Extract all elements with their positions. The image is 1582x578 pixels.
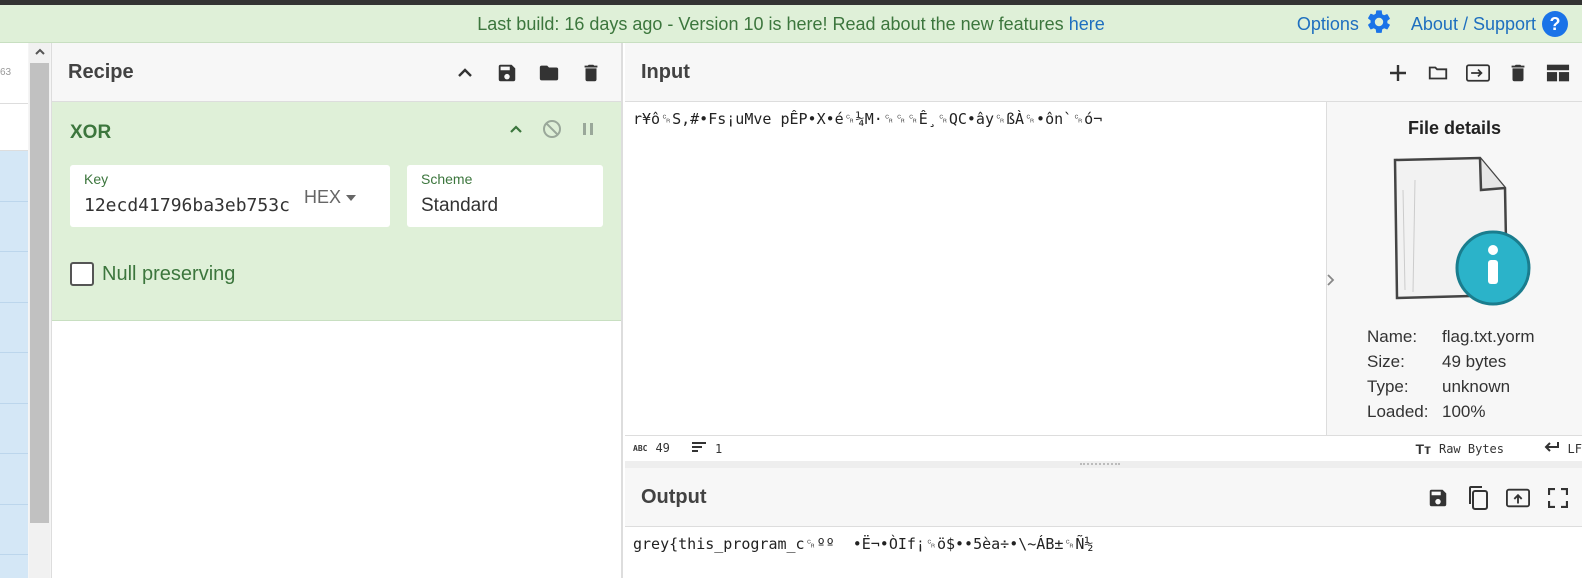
operations-sidebar: 63: [0, 43, 52, 578]
input-textarea[interactable]: r¥ô␍S,#•Fs¡uMve pÊP•X•é␍¼M·␍␍␍Ê¸␍QC•ây␍ß…: [633, 110, 1102, 128]
list-item[interactable]: [0, 202, 28, 252]
line-count-value: 1: [715, 441, 723, 456]
list-item[interactable]: [0, 454, 28, 505]
resize-grip[interactable]: [1080, 463, 1120, 465]
ops-list: [0, 151, 28, 578]
recipe-header: Recipe: [52, 43, 621, 102]
input-header: Input: [625, 43, 1582, 102]
gear-icon: [1365, 8, 1393, 41]
file-size-label: Size:: [1367, 352, 1405, 371]
list-item[interactable]: [0, 505, 28, 555]
encoding-selector[interactable]: Tт Raw Bytes: [1416, 441, 1504, 457]
null-preserving-option[interactable]: Null preserving: [70, 262, 235, 286]
key-label: Key: [84, 171, 109, 187]
list-item[interactable]: [0, 303, 28, 353]
scheme-field[interactable]: Scheme Standard: [407, 165, 603, 227]
pane-resize-handle[interactable]: [625, 461, 1582, 468]
output-pane: Output grey{this_program_c␍ºº •Ë¬•ÒIf¡␍ö…: [625, 468, 1582, 578]
replace-input-icon[interactable]: [1506, 486, 1530, 510]
null-preserving-checkbox[interactable]: [70, 262, 94, 286]
input-content: r¥ô␍S,#•Fs¡uMve pÊP•X•é␍¼M·␍␍␍Ê¸␍QC•ây␍ß…: [633, 110, 1103, 128]
output-content: grey{this_program_c␍ºº •Ë¬•ÒIf¡␍ö$••5èa÷…: [633, 535, 1094, 553]
chevron-up-icon[interactable]: [453, 61, 477, 85]
scheme-select[interactable]: Standard: [421, 195, 498, 217]
file-size-value: 49 bytes: [1442, 352, 1507, 371]
recipe-pane: Recipe XOR Key 12ecd41796ba3eb753c HEX S…: [52, 43, 623, 578]
banner-text: Last build: 16 days ago - Version 10 is …: [477, 14, 1064, 34]
key-format-dropdown[interactable]: HEX: [304, 187, 356, 208]
file-details-title: File details: [1407, 118, 1502, 138]
collapse-icon[interactable]: [505, 118, 527, 140]
help-icon: ?: [1542, 11, 1568, 37]
encoding-label: Raw Bytes: [1438, 442, 1504, 456]
notification-banner: Last build: 16 days ago - Version 10 is …: [0, 5, 1582, 43]
xor-operation: XOR Key 12ecd41796ba3eb753c HEX Scheme S…: [52, 102, 621, 321]
maximize-icon[interactable]: [1546, 486, 1570, 510]
caret-down-icon: [346, 194, 356, 201]
file-size-row: Size: 49 bytes: [1367, 352, 1506, 372]
file-details-panel: File details Name: flag.txt.yorm Size: 49 …: [1326, 102, 1582, 435]
file-name-row: Name: flag.txt.yorm: [1367, 327, 1535, 347]
input-statusbar: ABC 49 1 Tт Raw Bytes LF: [625, 435, 1582, 461]
save-output-icon[interactable]: [1426, 486, 1450, 510]
file-type-label: Type:: [1367, 377, 1409, 396]
file-loaded-row: Loaded: 100%: [1367, 402, 1485, 422]
options-link[interactable]: Options: [1297, 8, 1393, 41]
save-icon[interactable]: [495, 61, 519, 85]
file-loaded-value: 100%: [1442, 402, 1486, 421]
null-preserving-label: Null preserving: [102, 262, 236, 285]
recipe-title: Recipe: [68, 60, 134, 83]
scroll-thumb[interactable]: [30, 63, 49, 523]
ops-search-area[interactable]: [0, 103, 28, 151]
text-type-icon: Tт: [1415, 441, 1431, 457]
scroll-up-icon[interactable]: [29, 43, 50, 63]
ops-scrollbar[interactable]: [29, 43, 50, 578]
trash-icon[interactable]: [1506, 61, 1530, 85]
file-name-value: flag.txt.yorm: [1442, 327, 1535, 346]
input-title: Input: [641, 60, 690, 83]
banner-here-link[interactable]: here: [1069, 14, 1105, 34]
file-name-label: Name:: [1367, 327, 1418, 346]
key-format-label: HEX: [303, 187, 341, 207]
layout-icon[interactable]: [1546, 61, 1570, 85]
eol-label: LF: [1567, 441, 1582, 456]
return-icon: [1544, 441, 1560, 456]
ops-top-area: 63: [0, 43, 28, 103]
open-folder-icon[interactable]: [1426, 61, 1450, 85]
output-title: Output: [641, 485, 707, 508]
about-label: About / Support: [1410, 13, 1536, 34]
char-count: ABC 49: [633, 441, 670, 455]
copy-icon[interactable]: [1466, 485, 1490, 510]
file-type-value: unknown: [1442, 377, 1511, 396]
key-input[interactable]: 12ecd41796ba3eb753c: [84, 195, 290, 216]
trash-icon[interactable]: [579, 61, 603, 85]
list-item[interactable]: [0, 252, 28, 303]
disable-icon[interactable]: [541, 118, 563, 140]
file-type-row: Type: unknown: [1367, 377, 1510, 397]
scheme-label: Scheme: [421, 171, 473, 187]
lines-icon: [691, 441, 707, 456]
output-text[interactable]: grey{this_program_c␍ºº •Ë¬•ÒIf¡␍ö$••5èa÷…: [633, 535, 1093, 553]
input-file-icon[interactable]: [1466, 61, 1490, 85]
collapse-details-icon[interactable]: [1326, 258, 1336, 308]
list-item[interactable]: [0, 353, 28, 404]
output-header: Output: [625, 468, 1582, 527]
about-support-link[interactable]: About / Support ?: [1411, 11, 1568, 37]
folder-icon[interactable]: [537, 61, 561, 85]
add-icon[interactable]: [1386, 61, 1410, 85]
pause-icon[interactable]: [577, 118, 599, 140]
list-item[interactable]: [0, 151, 28, 202]
options-label: Options: [1296, 13, 1359, 34]
eol-selector[interactable]: LF: [1544, 441, 1582, 456]
operation-name: XOR: [70, 122, 112, 143]
input-pane: Input r¥ô␍S,#•Fs¡uMve pÊP•X•é␍¼M·␍␍␍Ê¸␍Q…: [625, 43, 1582, 461]
char-count-value: 49: [655, 441, 670, 455]
list-item[interactable]: [0, 404, 28, 454]
file-loaded-label: Loaded:: [1367, 402, 1429, 421]
file-info-icon: [1375, 150, 1535, 310]
line-count: 1: [691, 441, 722, 456]
ops-count: 63: [0, 67, 12, 78]
key-field[interactable]: Key 12ecd41796ba3eb753c HEX: [70, 165, 390, 227]
abc-icon: ABC: [633, 443, 648, 453]
